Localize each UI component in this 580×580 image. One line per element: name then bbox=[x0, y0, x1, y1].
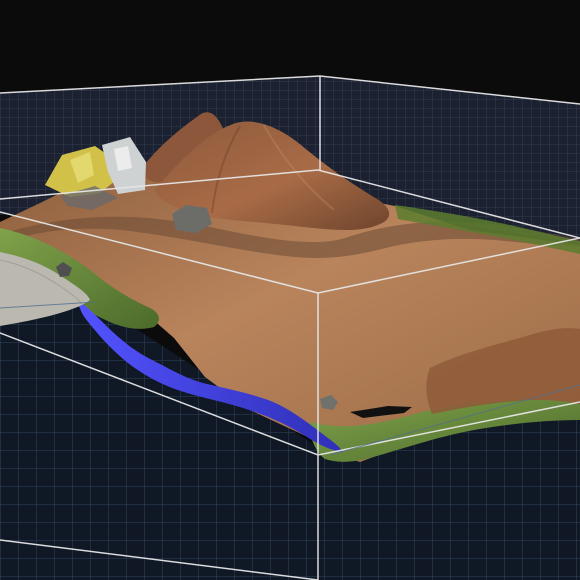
3d-scene[interactable] bbox=[0, 0, 580, 580]
3d-viewport[interactable] bbox=[0, 0, 580, 580]
